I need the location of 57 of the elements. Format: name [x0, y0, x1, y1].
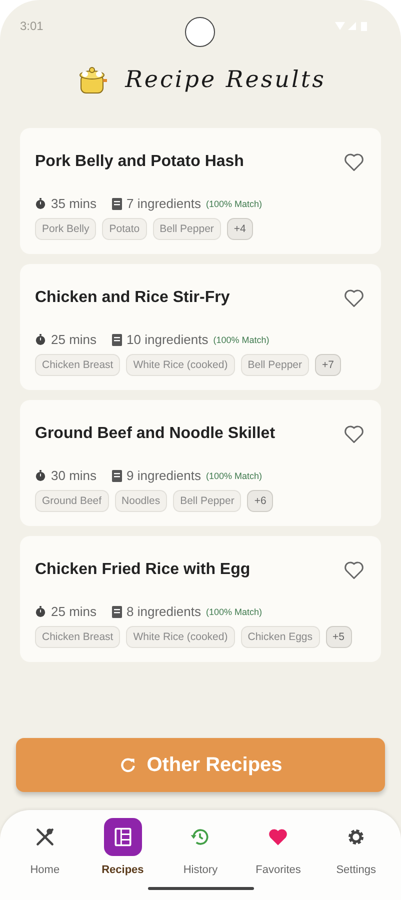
- ingredient-tag: White Rice (cooked): [126, 626, 235, 648]
- cook-time: 25 mins: [51, 604, 97, 619]
- list-icon: [112, 334, 122, 346]
- recipe-card[interactable]: Ground Beef and Noodle Skillet 30 mins 9 ingredients (100% Match) Ground Beef Noodles Bell Pepper +6: [20, 400, 381, 526]
- list-icon: [112, 198, 122, 210]
- cook-time: 25 mins: [51, 332, 97, 347]
- settings-icon: [346, 827, 366, 847]
- list-icon: [112, 606, 122, 618]
- more-tag: +6: [247, 490, 274, 512]
- ingredient-count: 9 ingredients: [126, 468, 201, 483]
- recipe-card[interactable]: Pork Belly and Potato Hash 35 mins 7 ingredients (100% Match) Pork Belly Potato Bell Pepper +4: [20, 128, 381, 254]
- ingredient-count: 7 ingredients: [126, 196, 201, 211]
- ingredient-count: 8 ingredients: [126, 604, 201, 619]
- more-tag: +4: [226, 218, 253, 240]
- status-time: 3:01: [20, 19, 44, 33]
- ingredient-tag: Potato: [102, 218, 147, 240]
- timer-icon: [35, 606, 46, 617]
- ingredient-tag: White Rice (cooked): [126, 354, 235, 376]
- ingredient-tag: Bell Pepper: [240, 354, 310, 376]
- match-label: (100% Match): [206, 606, 262, 616]
- page-title: Recipe Results: [125, 67, 326, 93]
- timer-icon: [35, 470, 46, 481]
- nav-tab[interactable]: Recipes: [88, 810, 158, 900]
- match-label: (100% Match): [206, 470, 262, 480]
- heart-icon: [267, 826, 290, 848]
- utensils-icon: [34, 826, 56, 848]
- recipe-card[interactable]: Chicken Fried Rice with Egg 25 mins 8 ingredients (100% Match) Chicken Breast White Rice (cooked) Chicken Eggs +5: [20, 536, 381, 662]
- match-label: (100% Match): [206, 198, 262, 208]
- timer-icon: [35, 198, 46, 209]
- ingredient-count: 10 ingredients: [126, 332, 208, 347]
- ingredient-tag: Bell Pepper: [152, 218, 221, 240]
- ingredient-tag: Chicken Eggs: [240, 626, 320, 648]
- nav-tab[interactable]: Home: [10, 810, 80, 900]
- more-tag: +7: [315, 354, 342, 376]
- nav-tab[interactable]: Settings: [321, 810, 392, 900]
- match-label: (100% Match): [213, 334, 270, 344]
- recipe-title: Pork Belly and Potato Hash: [35, 153, 244, 171]
- nav-tab[interactable]: Favorites: [243, 810, 314, 900]
- more-tag: +5: [326, 626, 352, 648]
- recipe-title: Ground Beef and Noodle Skillet: [35, 425, 276, 443]
- ingredient-tag: Chicken Breast: [35, 626, 120, 648]
- ingredient-tag: Chicken Breast: [35, 354, 120, 376]
- ingredient-tag: Pork Belly: [35, 218, 96, 240]
- list-icon: [112, 470, 122, 482]
- refresh-icon: [118, 756, 137, 774]
- recipe-title: Chicken Fried Rice with Egg: [35, 561, 250, 579]
- camera-cutout: [185, 17, 215, 47]
- ingredient-tag: Bell Pepper: [173, 490, 242, 512]
- recipe-card[interactable]: Chicken and Rice Stir-Fry 25 mins 10 ingredients (100% Match) Chicken Breast White Rice (cooked) Bell Pepper +7: [20, 264, 381, 390]
- recipe-title: Chicken and Rice Stir-Fry: [35, 289, 230, 307]
- ingredient-tag: Ground Beef: [35, 490, 109, 512]
- ingredient-tag: Noodles: [114, 490, 168, 512]
- cook-time: 35 mins: [51, 196, 97, 211]
- nav-tab[interactable]: History: [165, 810, 236, 900]
- timer-icon: [35, 334, 46, 345]
- history-icon: [189, 826, 212, 848]
- cook-time: 30 mins: [51, 468, 97, 483]
